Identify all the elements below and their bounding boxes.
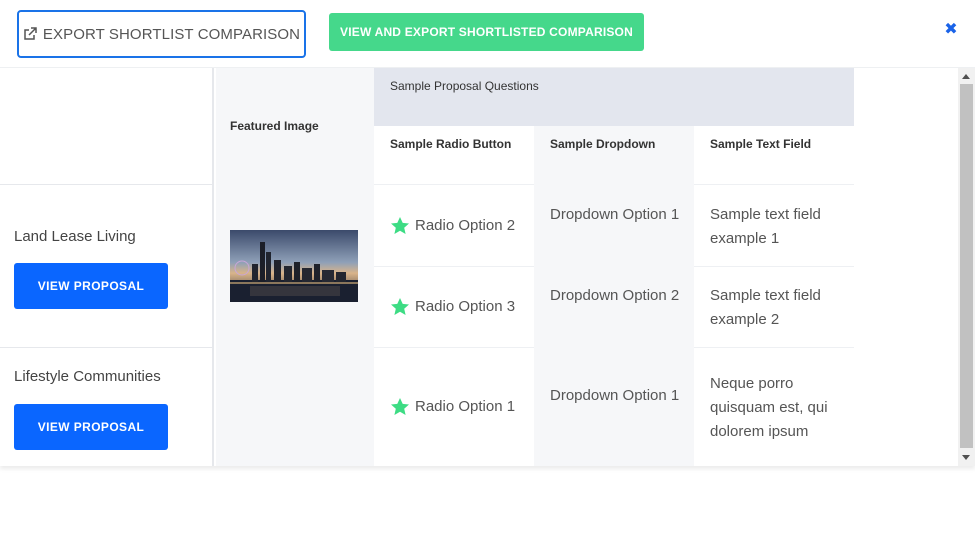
featured-image-header: Featured Image [230, 119, 319, 133]
scrollbar-thumb[interactable] [960, 84, 973, 448]
proposal-name: Lifestyle Communities [14, 368, 161, 385]
divider [374, 184, 534, 185]
proposal-name-column: Land Lease Living VIEW PROPOSAL Lifestyl… [0, 68, 214, 466]
table-row: Land Lease Living VIEW PROPOSAL [0, 186, 214, 348]
text-field-value: Neque porro quisquam est, qui dolorem ip… [710, 375, 828, 440]
external-link-icon [24, 27, 37, 40]
star-icon [391, 298, 409, 315]
featured-image [230, 230, 358, 302]
divider [694, 347, 854, 348]
top-toolbar: EXPORT SHORTLIST COMPARISON VIEW AND EXP… [0, 0, 975, 68]
close-icon[interactable]: ✖ [943, 22, 959, 38]
radio-value: Radio Option 1 [415, 398, 516, 415]
scroll-up-icon[interactable] [962, 74, 970, 79]
view-proposal-label: VIEW PROPOSAL [37, 279, 145, 293]
scroll-down-icon[interactable] [962, 455, 970, 460]
star-icon [391, 398, 409, 415]
export-shortlist-label: EXPORT SHORTLIST COMPARISON [42, 25, 301, 43]
text-field-column: Sample Text Field Sample text field exam… [694, 126, 854, 466]
group-header-label: Sample Proposal Questions [390, 79, 539, 93]
table-row: Lifestyle Communities VIEW PROPOSAL [0, 348, 214, 466]
star-icon [391, 217, 409, 234]
proposal-name: Land Lease Living [14, 228, 136, 245]
text-field-value: Sample text field example 2 [710, 287, 821, 328]
dropdown-value: Dropdown Option 1 [550, 206, 680, 223]
view-export-shortlisted-button[interactable]: VIEW AND EXPORT SHORTLISTED COMPARISON [329, 13, 644, 51]
vertical-scrollbar[interactable] [958, 68, 975, 466]
divider [694, 184, 854, 185]
divider [374, 266, 534, 267]
export-shortlist-button[interactable]: EXPORT SHORTLIST COMPARISON [17, 10, 306, 58]
view-proposal-button[interactable]: VIEW PROPOSAL [14, 404, 168, 450]
view-proposal-label: VIEW PROPOSAL [37, 420, 145, 434]
column-header: Sample Radio Button [390, 137, 512, 151]
featured-image-column: Featured Image [216, 68, 374, 466]
radio-value: Radio Option 2 [415, 217, 516, 234]
radio-value: Radio Option 3 [415, 298, 516, 315]
text-field-value: Sample text field example 1 [710, 206, 821, 247]
divider [694, 266, 854, 267]
column-header: Sample Dropdown [550, 137, 656, 151]
divider [374, 347, 534, 348]
column-header: Sample Text Field [710, 137, 812, 151]
view-proposal-button[interactable]: VIEW PROPOSAL [14, 263, 168, 309]
view-export-label: VIEW AND EXPORT SHORTLISTED COMPARISON [340, 25, 633, 39]
radio-button-column: Sample Radio Button Radio Option 2 Radio… [374, 126, 534, 466]
dropdown-value: Dropdown Option 2 [550, 287, 680, 304]
dropdown-column: Sample Dropdown Dropdown Option 1 Dropdo… [534, 126, 694, 466]
left-header-cell [0, 68, 212, 185]
group-header-cell: Sample Proposal Questions [374, 68, 854, 126]
dropdown-value: Dropdown Option 1 [550, 387, 680, 404]
comparison-table: Land Lease Living VIEW PROPOSAL Lifestyl… [0, 68, 975, 466]
